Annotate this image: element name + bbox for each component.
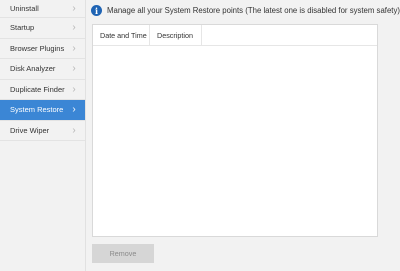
- sidebar-item-label: Duplicate Finder: [10, 84, 65, 94]
- sidebar-item-label: Uninstall: [10, 4, 39, 13]
- column-header-description[interactable]: Description: [150, 25, 202, 45]
- sidebar-item-startup[interactable]: Startup ›: [0, 18, 85, 39]
- chevron-right-icon: ›: [72, 104, 76, 116]
- sidebar-item-uninstall[interactable]: Uninstall ›: [0, 0, 85, 18]
- chevron-right-icon: ›: [72, 83, 76, 95]
- remove-button[interactable]: Remove: [92, 244, 154, 263]
- info-bar: i Manage all your System Restore points …: [86, 0, 400, 21]
- scrollbar[interactable]: [380, 24, 388, 237]
- sidebar-item-label: Startup: [10, 23, 35, 33]
- info-message: Manage all your System Restore points (T…: [107, 6, 400, 15]
- sidebar-item-label: System Restore: [10, 105, 64, 115]
- column-header-date-time[interactable]: Date and Time: [93, 25, 150, 45]
- sidebar-item-system-restore[interactable]: System Restore ›: [0, 100, 85, 121]
- chevron-right-icon: ›: [72, 42, 76, 54]
- info-icon: i: [91, 5, 102, 16]
- sidebar-item-disk-analyzer[interactable]: Disk Analyzer ›: [0, 59, 85, 80]
- table-header: Date and Time Description: [93, 25, 377, 46]
- sidebar-item-label: Disk Analyzer: [10, 64, 56, 74]
- chevron-right-icon: ›: [72, 63, 76, 75]
- sidebar: Uninstall › Startup › Browser Plugins › …: [0, 0, 86, 271]
- sidebar-item-duplicate-finder[interactable]: Duplicate Finder ›: [0, 80, 85, 100]
- sidebar-item-browser-plugins[interactable]: Browser Plugins ›: [0, 39, 85, 59]
- sidebar-item-label: Drive Wiper: [10, 125, 50, 135]
- sidebar-item-drive-wiper[interactable]: Drive Wiper ›: [0, 121, 85, 141]
- restore-points-table[interactable]: Date and Time Description: [92, 24, 378, 237]
- main-panel: i Manage all your System Restore points …: [86, 0, 400, 271]
- chevron-right-icon: ›: [72, 3, 76, 14]
- chevron-right-icon: ›: [72, 124, 76, 136]
- sidebar-item-label: Browser Plugins: [10, 43, 65, 53]
- chevron-right-icon: ›: [72, 22, 76, 34]
